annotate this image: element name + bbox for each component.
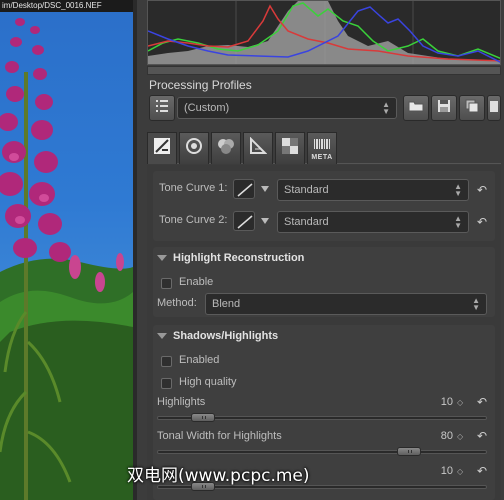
method-select-value: Blend: [212, 298, 241, 310]
shadows-highlights-enabled-checkbox[interactable]: [161, 356, 172, 367]
curve-2-dropdown-icon[interactable]: [261, 218, 269, 224]
updown-arrows-icon: ▲ ▼: [454, 182, 462, 198]
shadows-highlights-title: Shadows/Highlights: [173, 330, 279, 342]
method-label: Method:: [157, 297, 197, 309]
detail-icon: [185, 137, 203, 160]
updown-arrows-icon: ▲ ▼: [454, 214, 462, 230]
copy-icon: [465, 99, 479, 118]
tonal-width-highlights-label: Tonal Width for Highlights: [157, 430, 282, 442]
profile-list-icon: [155, 99, 169, 118]
highlight-reconstruction-group: Highlight Reconstruction Enable Method: …: [153, 247, 495, 317]
highlights-label: Highlights: [157, 396, 206, 408]
spin-arrows-icon[interactable]: ◇: [457, 432, 463, 441]
high-quality-label: High quality: [179, 376, 237, 388]
profile-list-button[interactable]: [149, 95, 175, 121]
linear-curve-icon: [237, 183, 253, 197]
reset-icon[interactable]: ↶: [477, 430, 489, 442]
profile-toolbar: (Custom) ▲ ▼: [147, 95, 501, 121]
meta-icon: [313, 136, 331, 154]
spin-arrows-icon[interactable]: ◇: [457, 467, 463, 476]
reset-icon[interactable]: ↶: [477, 396, 489, 408]
tool-tabs: META: [147, 132, 501, 164]
highlights-value[interactable]: 10: [423, 396, 453, 408]
shadows-highlights-header[interactable]: Shadows/Highlights: [157, 330, 278, 342]
meta-tab-label: META: [311, 154, 333, 161]
curve-1-shape-button[interactable]: [233, 179, 255, 199]
curve-1-dropdown-icon[interactable]: [261, 186, 269, 192]
updown-arrows-icon: ▲ ▼: [472, 296, 480, 312]
enabled-label: Enabled: [179, 354, 220, 366]
curve-2-shape-button[interactable]: [233, 211, 255, 231]
histogram: [147, 0, 501, 65]
tonal-width-slider-track[interactable]: [157, 450, 487, 454]
tone-curve-1-mode-select[interactable]: Standard ▲ ▼: [277, 179, 469, 201]
raw-icon: [282, 138, 298, 159]
tool-content: Tone Curve 1: Standard ▲ ▼ ↶ Tone Curve 2…: [147, 165, 501, 500]
tone-curve-2-mode-select[interactable]: Standard ▲ ▼: [277, 211, 469, 233]
tonal-width-slider-handle[interactable]: [397, 447, 421, 456]
copy-profile-button[interactable]: [459, 95, 485, 121]
highlight-reconstruction-enable-checkbox[interactable]: [161, 278, 172, 289]
highlight-reconstruction-header[interactable]: Highlight Reconstruction: [157, 252, 304, 264]
image-file-path: im/Desktop/DSC_0016.NEF: [0, 0, 133, 12]
tab-transform[interactable]: [243, 132, 273, 164]
tab-color[interactable]: [211, 132, 241, 164]
reset-icon[interactable]: ↶: [477, 216, 489, 228]
collapse-triangle-icon: [157, 255, 167, 261]
profile-select[interactable]: (Custom) ▲ ▼: [177, 97, 397, 119]
spin-arrows-icon[interactable]: ◇: [457, 398, 463, 407]
processing-profiles-title: Processing Profiles: [149, 78, 252, 92]
exposure-icon: [153, 137, 171, 160]
reset-icon[interactable]: ↶: [477, 184, 489, 196]
save-icon: [437, 99, 451, 118]
tone-curve-2-label: Tone Curve 2:: [159, 214, 228, 226]
open-folder-icon: [408, 99, 424, 117]
image-preview: im/Desktop/DSC_0016.NEF: [0, 0, 133, 500]
paste-profile-button[interactable]: [487, 95, 501, 121]
watermark-text: 双电网(www.pcpc.me): [127, 466, 310, 486]
foxglove-photo: [0, 18, 133, 500]
color-icon: [217, 137, 235, 160]
save-profile-button[interactable]: [431, 95, 457, 121]
tonal-width-highlights-value[interactable]: 80: [423, 430, 453, 442]
tone-curve-1-label: Tone Curve 1:: [159, 182, 228, 194]
enable-label: Enable: [179, 276, 214, 288]
linear-curve-icon: [237, 215, 253, 229]
tab-exposure[interactable]: [147, 132, 177, 164]
highlight-reconstruction-title: Highlight Reconstruction: [173, 252, 305, 264]
tool-panel: Processing Profiles (Custom) ▲ ▼ META To…: [137, 0, 504, 500]
reset-icon[interactable]: ↶: [477, 465, 489, 477]
method-select[interactable]: Blend ▲ ▼: [205, 293, 487, 315]
tone-curve-1-mode-value: Standard: [284, 184, 329, 196]
tab-raw[interactable]: [275, 132, 305, 164]
open-profile-button[interactable]: [403, 95, 429, 121]
transform-icon: [249, 136, 268, 160]
updown-arrows-icon: ▲ ▼: [382, 100, 390, 116]
tone-curve-2-mode-value: Standard: [284, 216, 329, 228]
tab-metadata[interactable]: META: [307, 132, 337, 164]
highlights-slider-handle[interactable]: [191, 413, 215, 422]
paste-icon: [490, 99, 498, 118]
high-quality-checkbox[interactable]: [161, 378, 172, 389]
collapse-triangle-icon: [157, 333, 167, 339]
tone-curve-group: Tone Curve 1: Standard ▲ ▼ ↶ Tone Curve 2…: [153, 171, 495, 241]
shadows-value[interactable]: 10: [423, 465, 453, 477]
tab-detail[interactable]: [179, 132, 209, 164]
profile-select-value: (Custom): [184, 102, 230, 114]
histogram-scale-bar: [147, 66, 501, 75]
